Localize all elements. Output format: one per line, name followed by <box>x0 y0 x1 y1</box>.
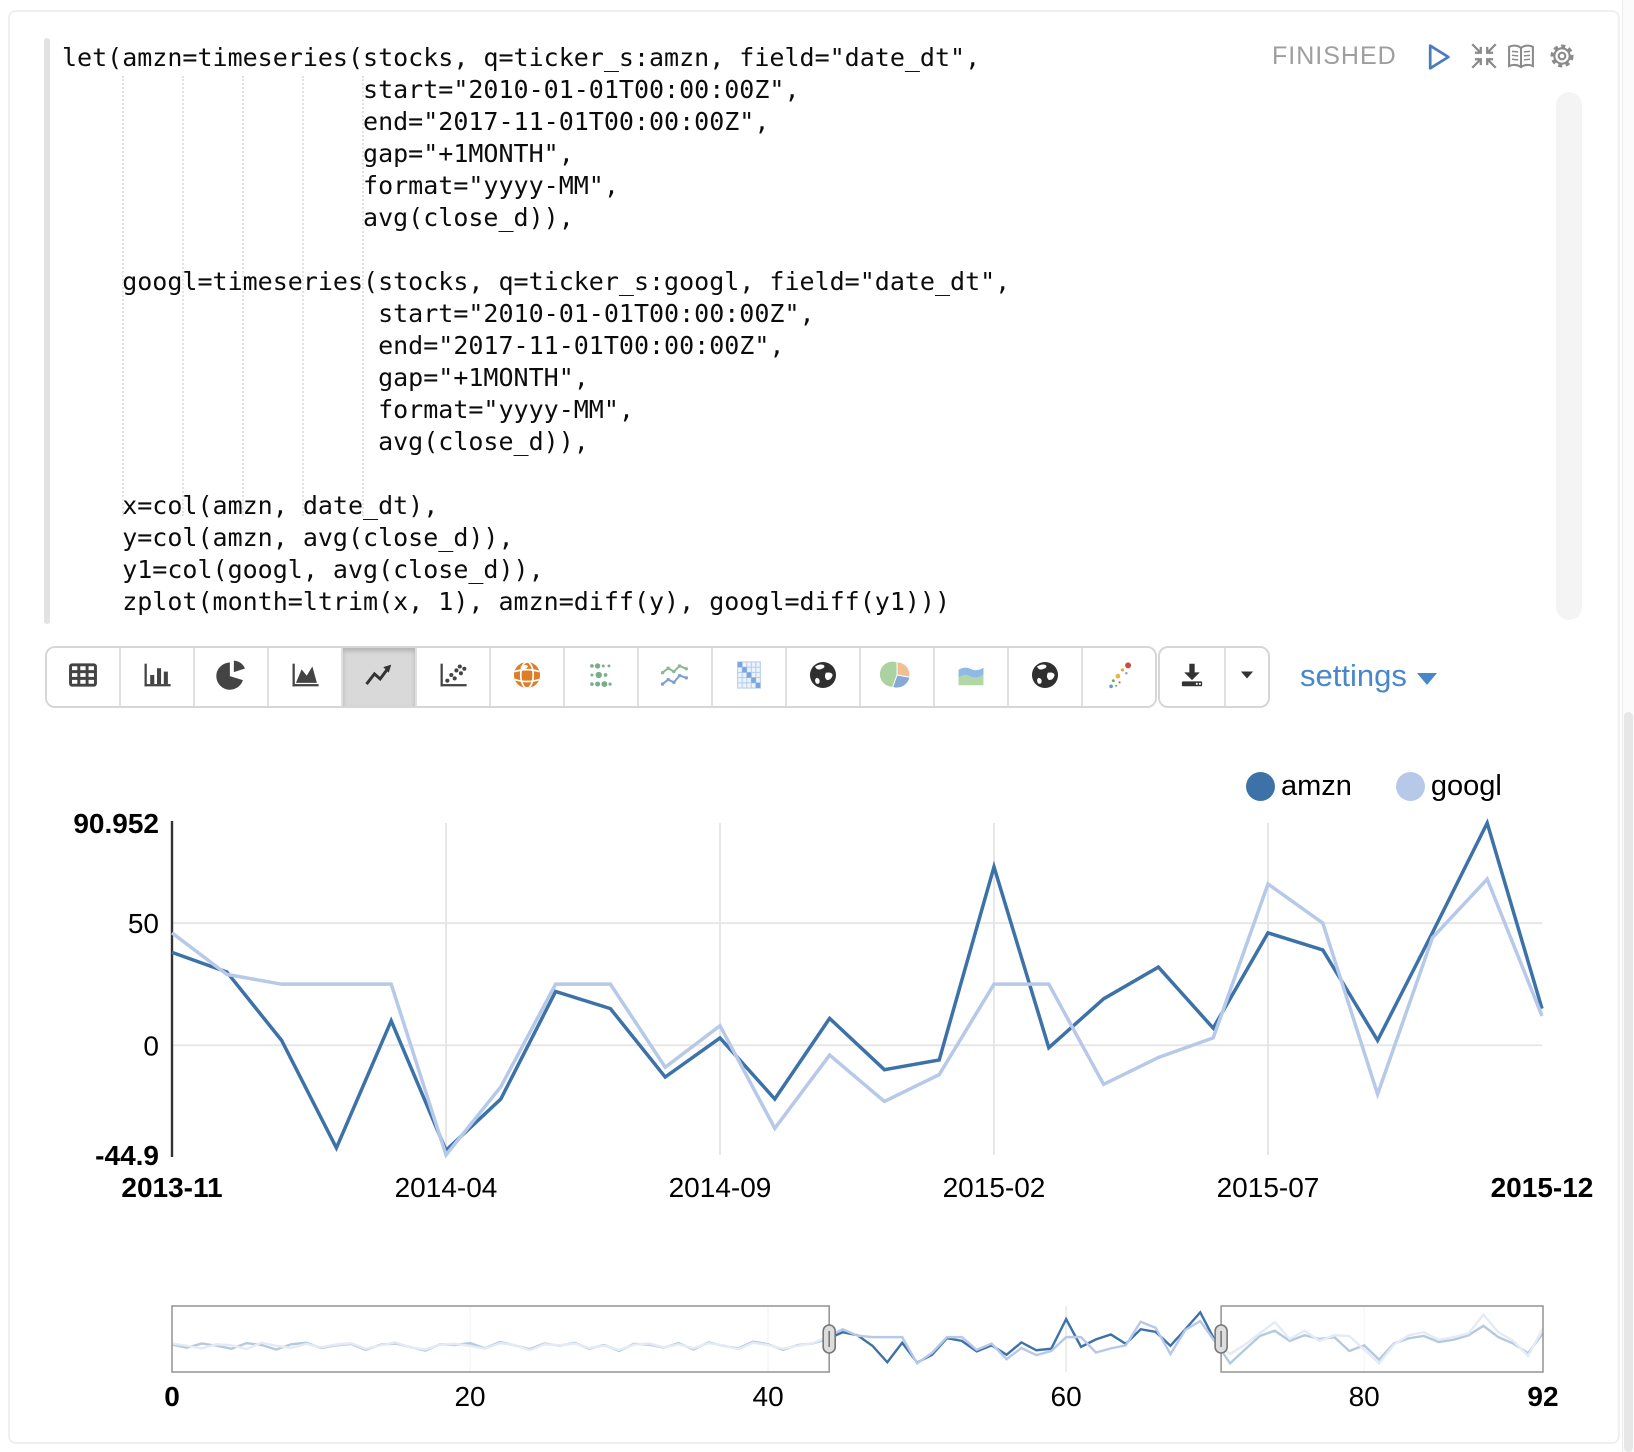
context-x-tick-label: 92 <box>1527 1381 1558 1412</box>
y-tick-label: 90.952 <box>73 808 159 839</box>
bar-chart-button[interactable] <box>121 648 195 706</box>
brush-mask <box>1221 1306 1543 1372</box>
code-editor[interactable]: let(amzn=timeseries(stocks, q=ticker_s:a… <box>62 42 1010 618</box>
editor-gutter <box>44 38 50 624</box>
globe-dark-button[interactable] <box>787 648 861 706</box>
settings-label: settings <box>1300 658 1407 694</box>
stream-area-button[interactable] <box>935 648 1009 706</box>
code-line: format="yyyy-MM", <box>62 394 1010 426</box>
code-line: start="2010-01-01T00:00:00Z", <box>62 74 1010 106</box>
globe-orange-button[interactable] <box>491 648 565 706</box>
area-chart-button[interactable] <box>269 648 343 706</box>
indent-guide-line <box>362 76 364 516</box>
code-line: zplot(month=ltrim(x, 1), amzn=diff(y), g… <box>62 586 1010 618</box>
y-tick-label: 0 <box>143 1030 159 1061</box>
globe-dark-icon <box>806 658 840 697</box>
pie-color-icon <box>880 658 914 697</box>
code-line: x=col(amzn, date_dt), <box>62 490 1010 522</box>
indent-guide-line <box>242 76 244 516</box>
pie-color-button[interactable] <box>861 648 935 706</box>
x-tick-label: 2014-09 <box>669 1172 772 1203</box>
table-button[interactable] <box>47 648 121 706</box>
table-icon <box>66 658 100 697</box>
zeppelin-paragraph: let(amzn=timeseries(stocks, q=ticker_s:a… <box>0 0 1634 1452</box>
multi-line-chart-button[interactable] <box>639 648 713 706</box>
pie-chart-button[interactable] <box>195 648 269 706</box>
line-chart-icon <box>362 658 396 697</box>
context-x-tick-label: 20 <box>454 1381 485 1412</box>
minimize-icon[interactable] <box>1468 40 1502 74</box>
code-line <box>62 234 1010 266</box>
area-chart-icon <box>288 658 322 697</box>
context-brush-chart: 0 20 40 60 80 92 <box>0 1280 1634 1430</box>
book-icon[interactable] <box>1504 40 1538 74</box>
x-tick-label: 2015-07 <box>1217 1172 1320 1203</box>
indent-guide-line <box>302 76 304 516</box>
focus-line-chart: 90.952 50 0 -44.92013-11 2014-04 2014-09 2015-… <box>0 740 1634 1210</box>
gear-icon[interactable] <box>1546 40 1580 74</box>
code-line: gap="+1MONTH", <box>62 138 1010 170</box>
globe-dark-icon <box>1028 658 1062 697</box>
code-line: avg(close_d)), <box>62 202 1010 234</box>
code-line: avg(close_d)), <box>62 426 1010 458</box>
context-x-tick-label: 0 <box>164 1381 180 1412</box>
code-line: let(amzn=timeseries(stocks, q=ticker_s:a… <box>62 42 1010 74</box>
globe-dark-button[interactable] <box>1009 648 1083 706</box>
download-split-button <box>1158 646 1270 708</box>
brush-selection[interactable] <box>829 1306 1221 1372</box>
download-button[interactable] <box>1160 648 1226 706</box>
brush-mask <box>172 1306 829 1372</box>
series-line-googl[interactable] <box>172 879 1542 1155</box>
caret-down-icon <box>1234 662 1260 693</box>
x-tick-label: 2014-04 <box>395 1172 498 1203</box>
download-options-button[interactable] <box>1226 648 1268 706</box>
scatter-color-icon <box>1102 658 1136 697</box>
scatter-chart-button[interactable] <box>417 648 491 706</box>
bar-chart-icon <box>140 658 174 697</box>
play-icon[interactable] <box>1420 40 1454 74</box>
chart-type-toolbar <box>45 646 1157 708</box>
x-tick-label: 2013-11 <box>121 1172 222 1203</box>
settings-button[interactable]: settings <box>1300 658 1437 694</box>
dot-matrix-icon <box>584 658 618 697</box>
heatmap-icon <box>732 658 766 697</box>
context-x-tick-label: 40 <box>753 1381 784 1412</box>
code-line: end="2017-11-01T00:00:00Z", <box>62 330 1010 362</box>
indent-guide-line <box>182 76 184 516</box>
stream-area-icon <box>954 658 988 697</box>
multi-line-chart-icon <box>658 658 692 697</box>
settings-caret-icon <box>1417 673 1437 685</box>
pie-chart-icon <box>214 658 248 697</box>
series-line-amzn[interactable] <box>172 823 1542 1150</box>
y-tick-label: 50 <box>128 908 159 939</box>
download-icon <box>1176 659 1208 696</box>
x-tick-label: 2015-12 <box>1491 1172 1594 1203</box>
code-line: googl=timeseries(stocks, q=ticker_s:goog… <box>62 266 1010 298</box>
line-chart-button[interactable] <box>343 648 417 706</box>
editor-scrollbar[interactable] <box>1556 92 1582 620</box>
code-line: y=col(amzn, avg(close_d)), <box>62 522 1010 554</box>
code-line: y1=col(googl, avg(close_d)), <box>62 554 1010 586</box>
page-scrollbar-thumb[interactable] <box>1624 712 1633 1452</box>
code-line: end="2017-11-01T00:00:00Z", <box>62 106 1010 138</box>
indent-guide-line <box>122 76 124 516</box>
dot-matrix-button[interactable] <box>565 648 639 706</box>
globe-orange-icon <box>510 658 544 697</box>
code-line: format="yyyy-MM", <box>62 170 1010 202</box>
paragraph-status: FINISHED <box>1272 42 1397 71</box>
context-x-tick-label: 80 <box>1349 1381 1380 1412</box>
heatmap-button[interactable] <box>713 648 787 706</box>
code-line: gap="+1MONTH", <box>62 362 1010 394</box>
code-line <box>62 458 1010 490</box>
code-line: start="2010-01-01T00:00:00Z", <box>62 298 1010 330</box>
y-tick-label: -44.9 <box>95 1140 159 1171</box>
context-x-tick-label: 60 <box>1051 1381 1082 1412</box>
scatter-color-button[interactable] <box>1083 648 1155 706</box>
scatter-chart-icon <box>436 658 470 697</box>
x-tick-label: 2015-02 <box>943 1172 1046 1203</box>
